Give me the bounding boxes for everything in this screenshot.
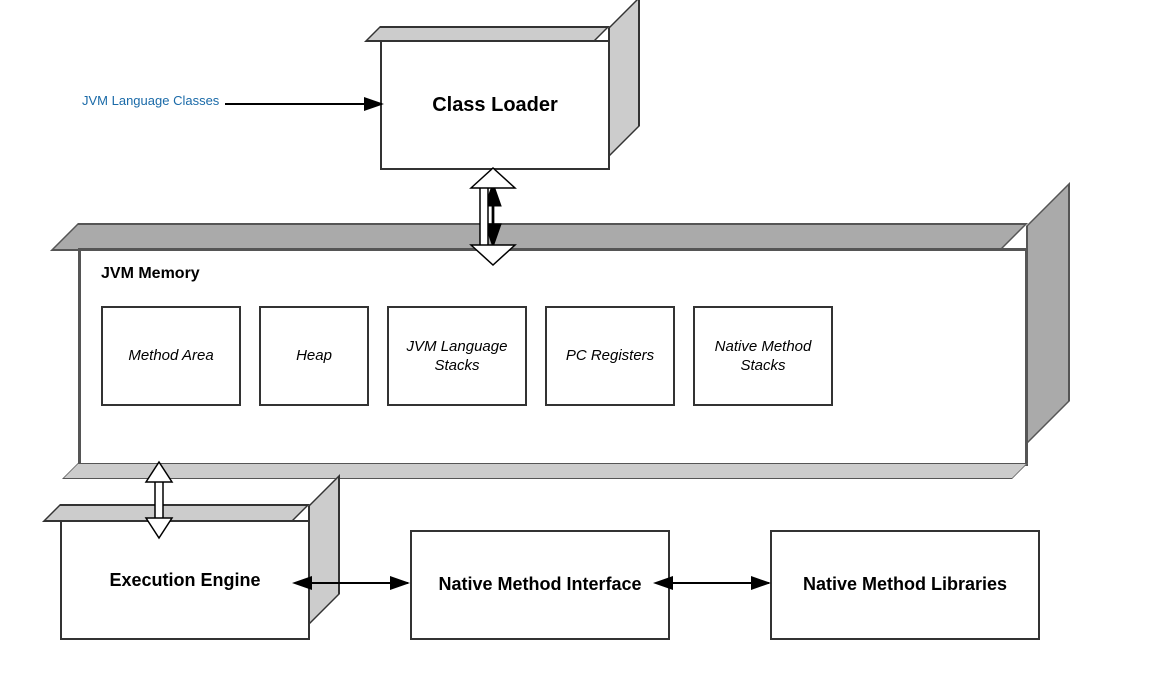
class-loader-label: Class Loader <box>432 94 558 117</box>
native-method-libraries-box: Native Method Libraries <box>770 530 1040 640</box>
method-area-label: Method Area <box>128 346 213 366</box>
jvm-memory-title: JVM Memory <box>101 265 200 283</box>
jvm-memory-top-face <box>50 223 1028 251</box>
class-loader-right-face <box>608 0 640 158</box>
native-method-interface-label: Native Method Interface <box>438 573 641 596</box>
jvm-language-classes-label: JVM Language Classes <box>82 93 219 108</box>
native-method-stacks-box: Native MethodStacks <box>693 306 833 406</box>
exec-engine-front-face: Execution Engine <box>60 520 310 640</box>
native-method-stacks-label: Native MethodStacks <box>715 337 812 376</box>
native-method-libraries-label: Native Method Libraries <box>803 573 1007 596</box>
jvm-memory-bottom-face <box>62 463 1028 479</box>
method-area-box: Method Area <box>101 306 241 406</box>
class-loader-box: Class Loader <box>380 40 640 180</box>
execution-engine-box: Execution Engine <box>60 520 340 650</box>
heap-label: Heap <box>296 346 332 366</box>
pc-registers-box: PC Registers <box>545 306 675 406</box>
class-loader-front-face: Class Loader <box>380 40 610 170</box>
jvm-architecture-diagram: JVM Language Classes Class Loader JVM Me… <box>0 0 1152 698</box>
jvm-memory-right-face <box>1026 182 1070 445</box>
jvm-language-stacks-label: JVM LanguageStacks <box>407 337 508 376</box>
heap-box: Heap <box>259 306 369 406</box>
jvm-language-stacks-box: JVM LanguageStacks <box>387 306 527 406</box>
execution-engine-label: Execution Engine <box>109 570 260 591</box>
jvm-memory-box: JVM Memory Method Area Heap JVM Language… <box>78 248 1068 478</box>
pc-registers-label: PC Registers <box>566 346 654 366</box>
memory-boxes-container: Method Area Heap JVM LanguageStacks PC R… <box>101 306 833 406</box>
jvm-memory-front-face: JVM Memory Method Area Heap JVM Language… <box>78 248 1028 466</box>
exec-engine-right-face <box>308 474 340 626</box>
native-method-interface-box: Native Method Interface <box>410 530 670 640</box>
